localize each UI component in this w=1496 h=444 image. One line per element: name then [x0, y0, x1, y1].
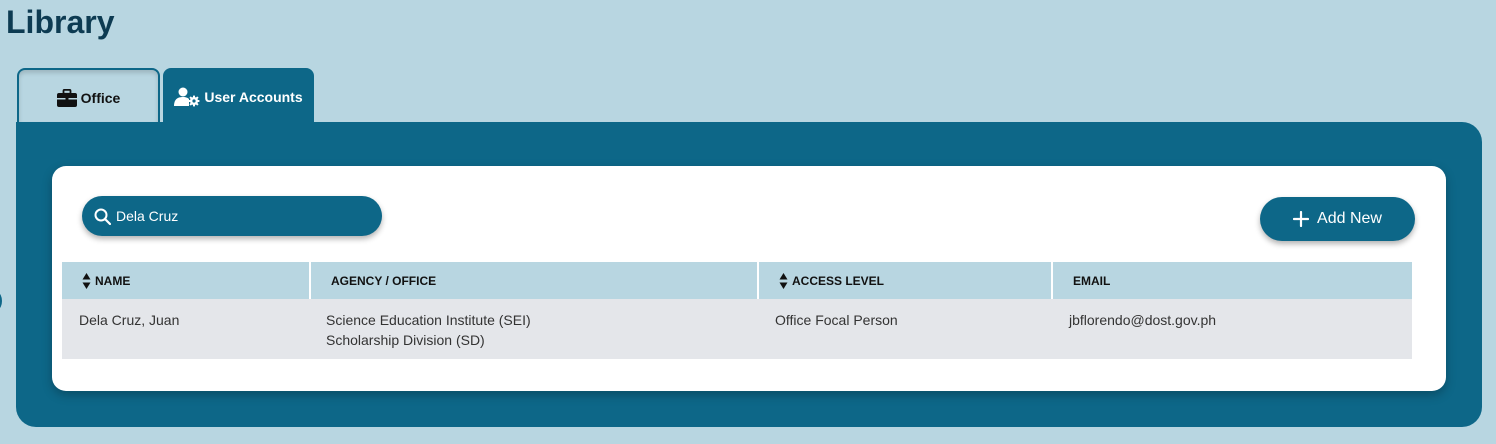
column-header-label: ACCESS LEVEL — [792, 273, 885, 288]
sort-icon[interactable] — [82, 272, 91, 290]
tab-bar: Office User Accounts — [17, 68, 314, 122]
email-cell: jbflorendo@dost.gov.ph — [1052, 299, 1412, 359]
search-icon — [94, 207, 112, 225]
add-new-button[interactable]: Add New — [1260, 197, 1415, 241]
tab-office-label: Office — [80, 89, 121, 106]
left-edge-handle — [0, 293, 2, 309]
column-header-label: EMAIL — [1073, 273, 1111, 288]
tab-office[interactable]: Office — [17, 68, 160, 122]
table-header-row: NAME AGENCY / OFFICE ACCESS LEVEL EMAIL — [62, 262, 1412, 299]
search-input[interactable] — [116, 208, 366, 224]
user-accounts-card: Add New — [52, 166, 1446, 391]
office-name: Scholarship Division (SD) — [326, 332, 485, 348]
email: jbflorendo@dost.gov.ph — [1069, 312, 1217, 328]
tab-user-accounts-label: User Accounts — [204, 88, 303, 105]
sort-icon[interactable] — [779, 272, 788, 290]
access-level-cell: Office Focal Person — [758, 299, 1052, 359]
column-header-name[interactable]: NAME — [62, 262, 311, 299]
agency-cell: Science Education Institute (SEI) Schola… — [310, 299, 758, 359]
user-gear-icon — [174, 87, 200, 107]
search-box[interactable] — [82, 196, 382, 236]
name-cell: Dela Cruz, Juan — [62, 299, 310, 359]
access-level: Office Focal Person — [775, 312, 898, 328]
user-accounts-table: NAME AGENCY / OFFICE ACCESS LEVEL EMAIL … — [62, 262, 1412, 359]
user-name: Dela Cruz, Juan — [79, 312, 180, 328]
column-header-email: EMAIL — [1052, 262, 1412, 299]
column-header-label: NAME — [95, 273, 131, 288]
page-title: Library — [6, 4, 115, 40]
main-panel: Add New — [16, 122, 1482, 427]
tab-user-accounts[interactable]: User Accounts — [163, 68, 314, 122]
add-new-label: Add New — [1317, 210, 1382, 227]
column-header-access-level[interactable]: ACCESS LEVEL — [758, 262, 1053, 299]
column-header-agency: AGENCY / OFFICE — [310, 262, 759, 299]
briefcase-icon — [56, 88, 77, 107]
agency-name: Science Education Institute (SEI) — [326, 312, 531, 328]
plus-icon — [1293, 211, 1310, 227]
column-header-label: AGENCY / OFFICE — [331, 273, 437, 288]
table-row[interactable]: Dela Cruz, Juan Science Education Instit… — [62, 299, 1412, 359]
